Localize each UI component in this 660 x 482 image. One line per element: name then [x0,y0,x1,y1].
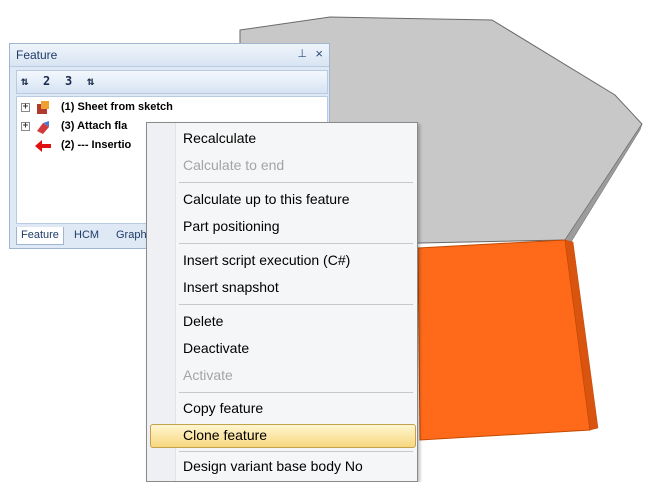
panel-title: Feature [16,48,58,62]
menu-item-insert-snapshot[interactable]: Insert snapshot [183,279,279,301]
reorder-icon[interactable]: ⇅ [87,74,94,90]
menu-item-copy-feature[interactable]: Copy feature [183,400,263,422]
menu-item-deactivate[interactable]: Deactivate [183,340,249,362]
menu-item-calculate-up-to-feature[interactable]: Calculate up to this feature [183,191,350,213]
context-menu: Recalculate Calculate to end Calculate u… [146,122,418,482]
tab-hcm[interactable]: HCM [70,227,103,245]
flange-icon [37,121,49,134]
menu-separator [179,243,413,244]
insertion-arrow-icon [35,140,51,152]
menu-item-part-positioning[interactable]: Part positioning [183,218,280,240]
menu-item-activate[interactable]: Activate [183,367,233,389]
menu-item-recalculate[interactable]: Recalculate [183,130,256,152]
menu-item-design-variant[interactable]: Design variant base body No [183,458,363,480]
tree-item-label: (2) --- Insertio [61,139,132,151]
tree-item-label: (1) Sheet from sketch [61,101,173,113]
menu-item-calculate-to-end[interactable]: Calculate to end [183,157,284,179]
expand-icon[interactable]: + [21,122,30,131]
expand-icon[interactable]: + [21,103,30,112]
level-2-button[interactable]: 2 [43,74,50,90]
sort-icon[interactable]: ⇅ [21,74,28,90]
orange-flange-face[interactable] [417,239,591,441]
sheet-icon [37,101,49,114]
pin-icon[interactable]: ⊥ [297,47,307,60]
menu-item-clone-feature[interactable]: Clone feature [183,427,267,449]
menu-item-insert-script-execution[interactable]: Insert script execution (C#) [183,252,350,274]
panel-titlebar[interactable]: Feature ⊥ × [10,44,329,67]
menu-separator [179,451,413,452]
menu-separator [179,182,413,183]
tree-item-label: (3) Attach fla [61,120,128,132]
menu-item-delete[interactable]: Delete [183,313,223,335]
menu-separator [179,304,413,305]
level-3-button[interactable]: 3 [65,74,72,90]
feature-toolbar: ⇅ 2 3 ⇅ [16,70,328,94]
tab-feature[interactable]: Feature [16,227,64,245]
close-icon[interactable]: × [315,46,323,61]
tab-graph[interactable]: Graph [112,227,151,245]
menu-separator [179,392,413,393]
